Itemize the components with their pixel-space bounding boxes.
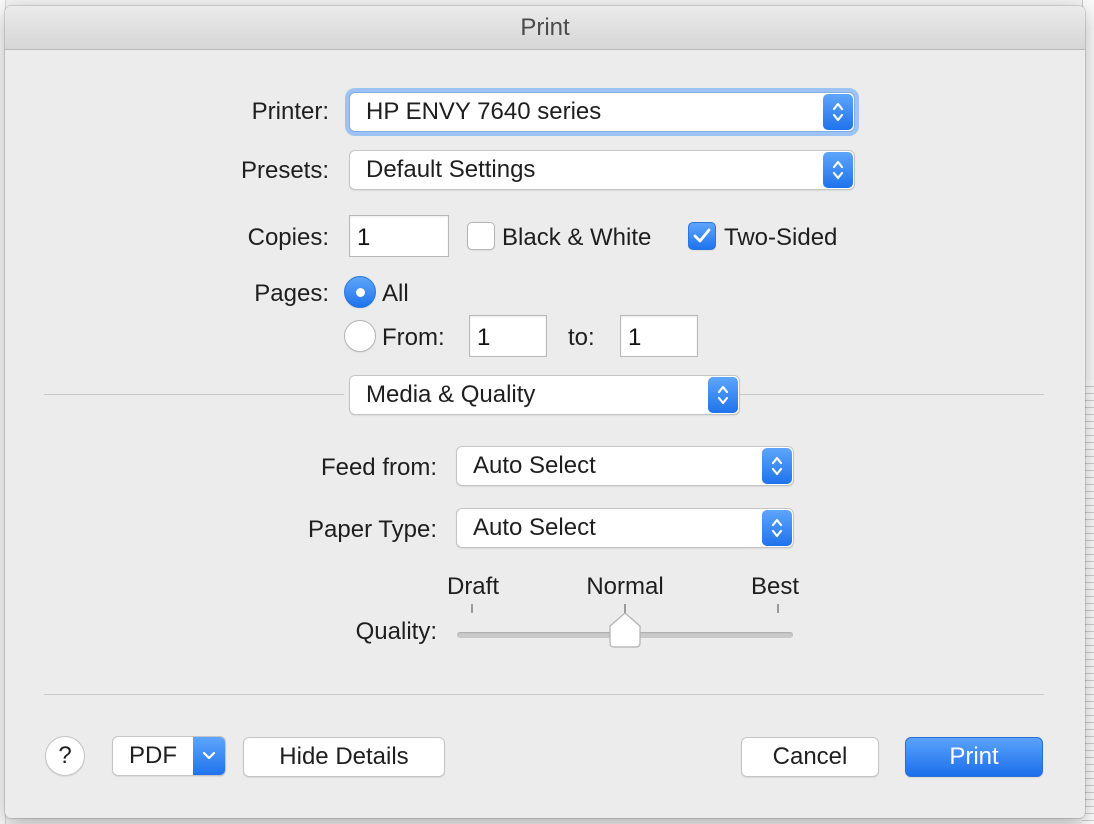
quality-tick-draft	[471, 604, 473, 613]
black-white-checkbox[interactable]	[467, 222, 495, 250]
quality-tick-best	[777, 604, 779, 613]
up-down-chevron-icon	[823, 94, 853, 130]
section-popup[interactable]: Media & Quality	[349, 375, 740, 415]
two-sided-label: Two-Sided	[724, 224, 838, 251]
black-white-label: Black & White	[502, 224, 652, 251]
presets-label: Presets:	[240, 157, 329, 184]
pdf-menu-button[interactable]: PDF	[112, 736, 226, 776]
print-dialog: Print Printer: HP ENVY 7640 series Prese…	[5, 6, 1085, 818]
pages-from-label: From:	[382, 324, 445, 351]
up-down-chevron-icon	[823, 152, 853, 188]
quality-label: Quality:	[355, 618, 437, 645]
footer-separator	[44, 694, 1044, 695]
section-value: Media & Quality	[366, 381, 536, 408]
presets-value: Default Settings	[366, 156, 536, 183]
up-down-chevron-icon	[708, 377, 738, 413]
pages-from-radio[interactable]	[344, 320, 376, 352]
hide-details-button[interactable]: Hide Details	[243, 737, 445, 777]
pages-all-radio[interactable]	[344, 276, 376, 308]
quality-slider-thumb[interactable]	[608, 612, 642, 648]
quality-stop-best: Best	[750, 573, 800, 600]
pages-label: Pages:	[254, 280, 329, 307]
two-sided-checkbox[interactable]	[688, 222, 716, 250]
paper-type-popup[interactable]: Auto Select	[456, 508, 794, 548]
quality-stop-draft: Draft	[446, 573, 499, 600]
pages-to-field[interactable]: 1	[620, 315, 698, 357]
presets-popup[interactable]: Default Settings	[349, 150, 855, 190]
separator-left	[44, 394, 344, 395]
copies-field[interactable]: 1	[349, 215, 449, 257]
help-button[interactable]: ?	[45, 736, 85, 776]
printer-label: Printer:	[251, 98, 329, 125]
up-down-chevron-icon	[762, 448, 792, 484]
pages-to-label: to:	[568, 324, 595, 351]
feed-from-value: Auto Select	[473, 452, 596, 479]
quality-stop-normal: Normal	[586, 573, 664, 600]
pages-all-label: All	[382, 280, 409, 307]
feed-from-popup[interactable]: Auto Select	[456, 446, 794, 486]
printer-popup[interactable]: HP ENVY 7640 series	[349, 92, 855, 132]
cancel-button[interactable]: Cancel	[741, 737, 879, 777]
paper-type-label: Paper Type:	[308, 516, 437, 543]
feed-from-label: Feed from:	[320, 454, 437, 481]
separator-right	[740, 394, 1044, 395]
printer-value: HP ENVY 7640 series	[366, 98, 602, 125]
pages-from-field[interactable]: 1	[469, 315, 547, 357]
pdf-label: PDF	[129, 742, 177, 769]
checkmark-icon	[693, 228, 711, 243]
paper-type-value: Auto Select	[473, 514, 596, 541]
print-button[interactable]: Print	[905, 737, 1043, 777]
copies-label: Copies:	[247, 224, 329, 251]
dialog-title: Print	[5, 6, 1085, 50]
up-down-chevron-icon	[762, 510, 792, 546]
chevron-down-icon	[193, 737, 225, 775]
